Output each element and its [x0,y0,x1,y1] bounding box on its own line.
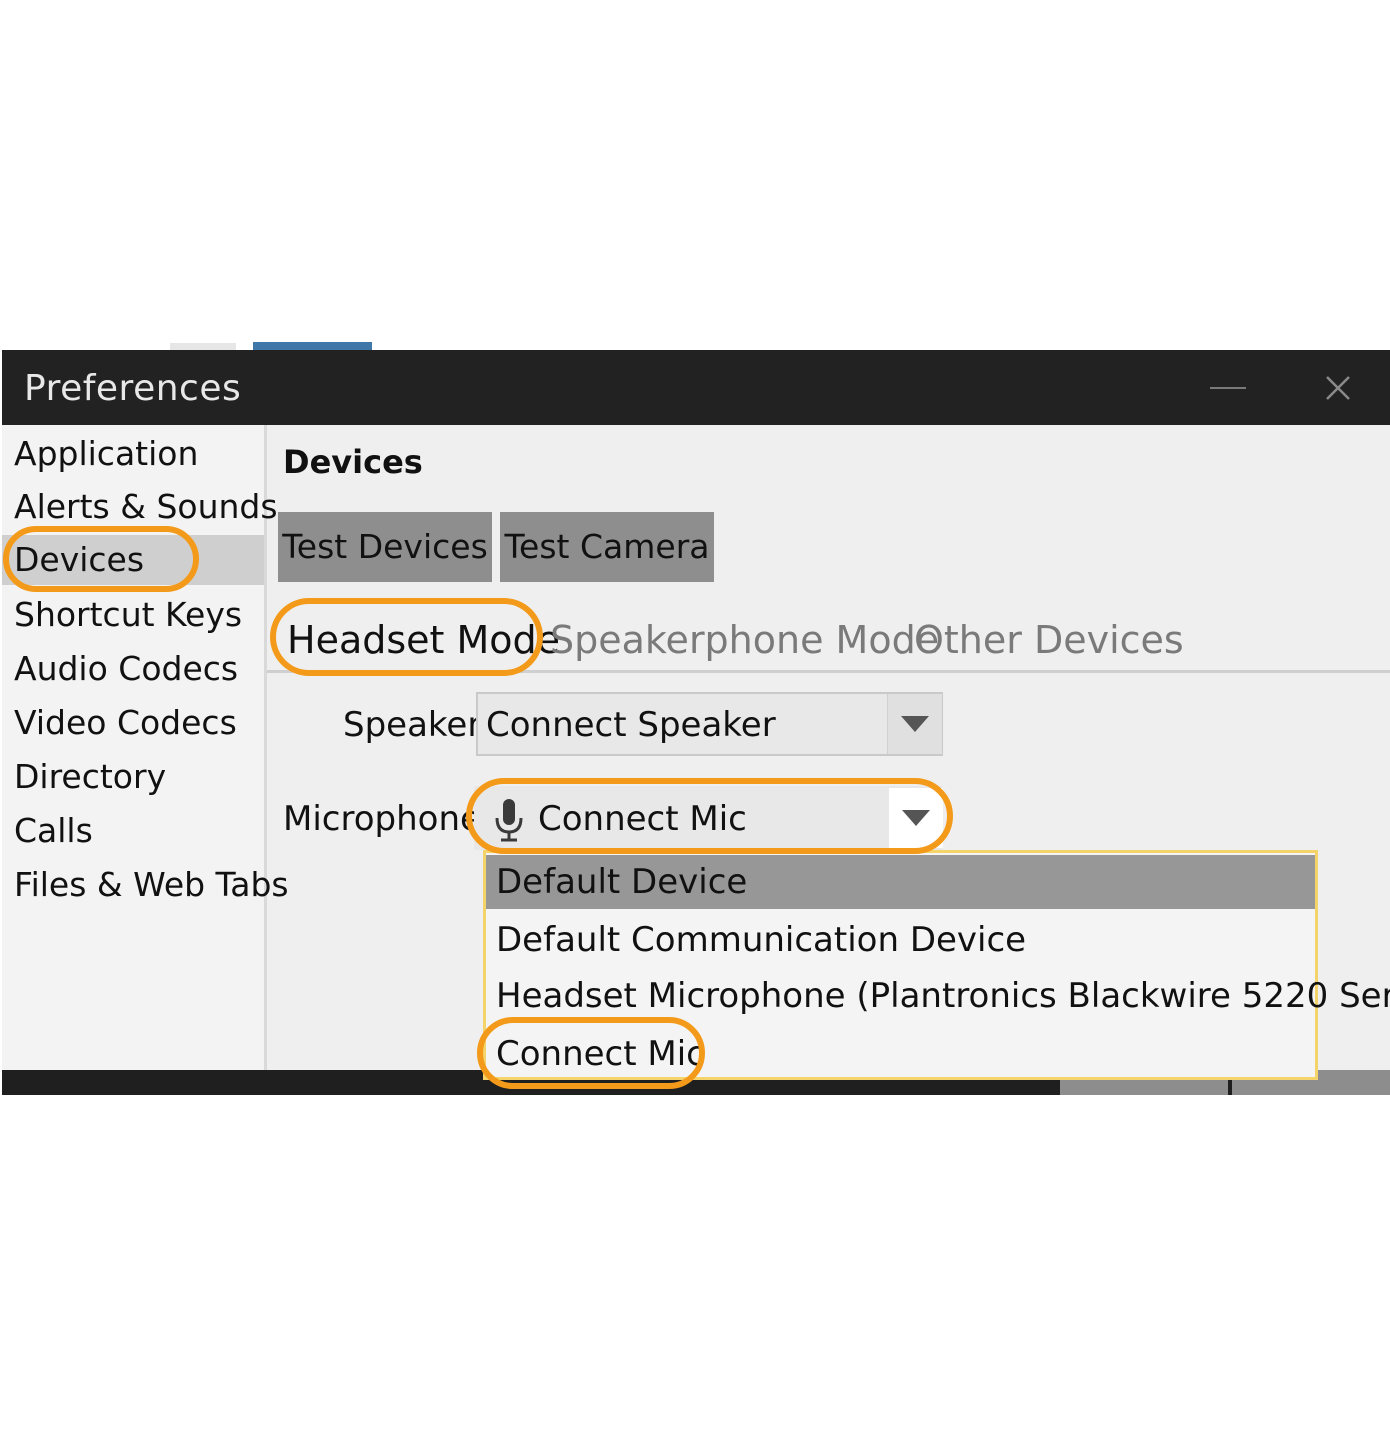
title-bar: Preferences [2,350,1390,425]
chevron-down-icon[interactable] [889,788,943,848]
tab-other-devices[interactable]: Other Devices [914,613,1184,667]
close-icon[interactable] [1320,370,1356,406]
tab-divider [267,670,1390,673]
sidebar-item-directory[interactable]: Directory [2,752,264,802]
speaker-select-value: Connect Speaker [486,705,776,745]
microphone-dropdown-list: Default Device Default Communication Dev… [483,850,1390,1081]
preferences-sidebar: Application Alerts & Sounds Devices Shor… [2,425,289,1070]
sidebar-item-application[interactable]: Application [2,429,264,479]
tab-headset-mode[interactable]: Headset Mode [287,613,560,667]
microphone-option-default-device[interactable]: Default Device [486,855,1315,909]
microphone-option-connect-mic[interactable]: Connect Mic [486,1027,1315,1081]
test-camera-button[interactable]: Test Camera [500,512,714,582]
sidebar-item-alerts-sounds[interactable]: Alerts & Sounds [2,482,278,532]
microphone-select-value: Connect Mic [538,799,747,839]
sidebar-item-shortcut-keys[interactable]: Shortcut Keys [2,590,264,640]
window-title: Preferences [24,368,242,409]
microphone-select[interactable]: Connect Mic [474,786,943,850]
microphone-option-headset-microphone[interactable]: Headset Microphone (Plantronics Blackwir… [486,969,1390,1023]
microphone-label: Microphone: [283,799,493,839]
sidebar-item-calls[interactable]: Calls [2,806,264,856]
microphone-icon [494,798,524,846]
chevron-down-icon[interactable] [887,694,942,754]
speaker-label: Speaker: [343,705,493,745]
microphone-option-default-communication-device[interactable]: Default Communication Device [486,913,1315,967]
sidebar-item-video-codecs[interactable]: Video Codecs [2,698,264,748]
speaker-select[interactable]: Connect Speaker [476,692,943,756]
page-title: Devices [283,443,423,481]
test-devices-button[interactable]: Test Devices [278,512,492,582]
sidebar-item-files-web-tabs[interactable]: Files & Web Tabs [2,860,289,910]
minimize-icon[interactable] [1210,387,1246,389]
tab-speakerphone-mode[interactable]: Speakerphone Mode [550,613,939,667]
sidebar-item-devices[interactable]: Devices [2,535,264,585]
sidebar-item-audio-codecs[interactable]: Audio Codecs [2,644,264,694]
